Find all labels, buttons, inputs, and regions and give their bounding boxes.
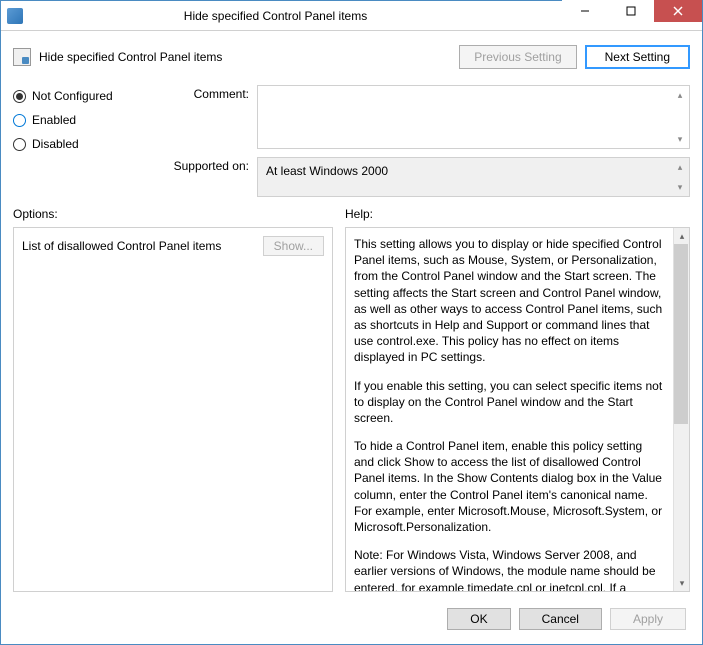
radio-group: Not Configured Enabled Disabled <box>13 85 143 197</box>
cancel-button[interactable]: Cancel <box>519 608 602 630</box>
options-row: List of disallowed Control Panel items S… <box>22 236 324 256</box>
titlebar: Hide specified Control Panel items <box>1 1 702 31</box>
radio-enabled[interactable]: Enabled <box>13 113 143 127</box>
help-panel: Help: This setting allows you to display… <box>345 205 690 592</box>
apply-button[interactable]: Apply <box>610 608 686 630</box>
next-setting-button[interactable]: Next Setting <box>585 45 690 69</box>
dialog-window: Hide specified Control Panel items Hide … <box>0 0 703 645</box>
maximize-button[interactable] <box>608 0 654 22</box>
scroll-up-icon[interactable]: ▴ <box>674 228 690 244</box>
radio-disabled[interactable]: Disabled <box>13 137 143 151</box>
supported-box: At least Windows 2000 ▴ ▾ <box>257 157 690 197</box>
scroll-up-icon[interactable]: ▴ <box>673 160 687 174</box>
radio-icon <box>13 114 26 127</box>
header-row: Hide specified Control Panel items Previ… <box>13 41 690 77</box>
help-scrollbar[interactable]: ▴ ▾ <box>673 228 689 591</box>
supported-label: Supported on: <box>163 157 249 197</box>
minimize-button[interactable] <box>562 0 608 22</box>
supported-value: At least Windows 2000 <box>266 164 388 178</box>
comment-row: Comment: ▴ ▾ <box>163 85 690 149</box>
content-area: Hide specified Control Panel items Previ… <box>1 31 702 644</box>
comment-input[interactable]: ▴ ▾ <box>257 85 690 149</box>
minimize-icon <box>580 6 590 16</box>
radio-label: Disabled <box>32 137 79 151</box>
panels-row: Options: List of disallowed Control Pane… <box>13 205 690 592</box>
policy-title: Hide specified Control Panel items <box>39 50 451 64</box>
help-paragraph: This setting allows you to display or hi… <box>354 236 665 366</box>
config-section: Not Configured Enabled Disabled Comment:… <box>13 85 690 197</box>
help-box: This setting allows you to display or hi… <box>345 227 690 592</box>
window-title: Hide specified Control Panel items <box>29 9 562 23</box>
help-paragraph: If you enable this setting, you can sele… <box>354 378 665 427</box>
radio-label: Enabled <box>32 113 76 127</box>
close-icon <box>673 6 683 16</box>
radio-icon <box>13 90 26 103</box>
help-paragraph: To hide a Control Panel item, enable thi… <box>354 438 665 535</box>
previous-setting-button[interactable]: Previous Setting <box>459 45 576 69</box>
radio-not-configured[interactable]: Not Configured <box>13 89 143 103</box>
help-label: Help: <box>345 205 690 223</box>
options-label: Options: <box>13 205 333 223</box>
help-text: This setting allows you to display or hi… <box>354 236 681 592</box>
close-button[interactable] <box>654 0 702 22</box>
app-icon <box>7 8 23 24</box>
options-box: List of disallowed Control Panel items S… <box>13 227 333 592</box>
show-button[interactable]: Show... <box>263 236 324 256</box>
ok-button[interactable]: OK <box>447 608 510 630</box>
policy-icon <box>13 48 31 66</box>
radio-icon <box>13 138 26 151</box>
scroll-down-icon[interactable]: ▾ <box>673 132 687 146</box>
help-paragraph: Note: For Windows Vista, Windows Server … <box>354 547 665 592</box>
fields-column: Comment: ▴ ▾ Supported on: At least Wind… <box>163 85 690 197</box>
scroll-down-icon[interactable]: ▾ <box>674 575 690 591</box>
supported-row: Supported on: At least Windows 2000 ▴ ▾ <box>163 157 690 197</box>
scroll-down-icon[interactable]: ▾ <box>673 180 687 194</box>
maximize-icon <box>626 6 636 16</box>
scroll-thumb[interactable] <box>674 244 688 424</box>
options-list-label: List of disallowed Control Panel items <box>22 239 221 253</box>
radio-label: Not Configured <box>32 89 113 103</box>
options-panel: Options: List of disallowed Control Pane… <box>13 205 333 592</box>
footer-buttons: OK Cancel Apply <box>13 600 690 634</box>
scroll-up-icon[interactable]: ▴ <box>673 88 687 102</box>
comment-label: Comment: <box>163 85 249 149</box>
window-controls <box>562 1 702 30</box>
